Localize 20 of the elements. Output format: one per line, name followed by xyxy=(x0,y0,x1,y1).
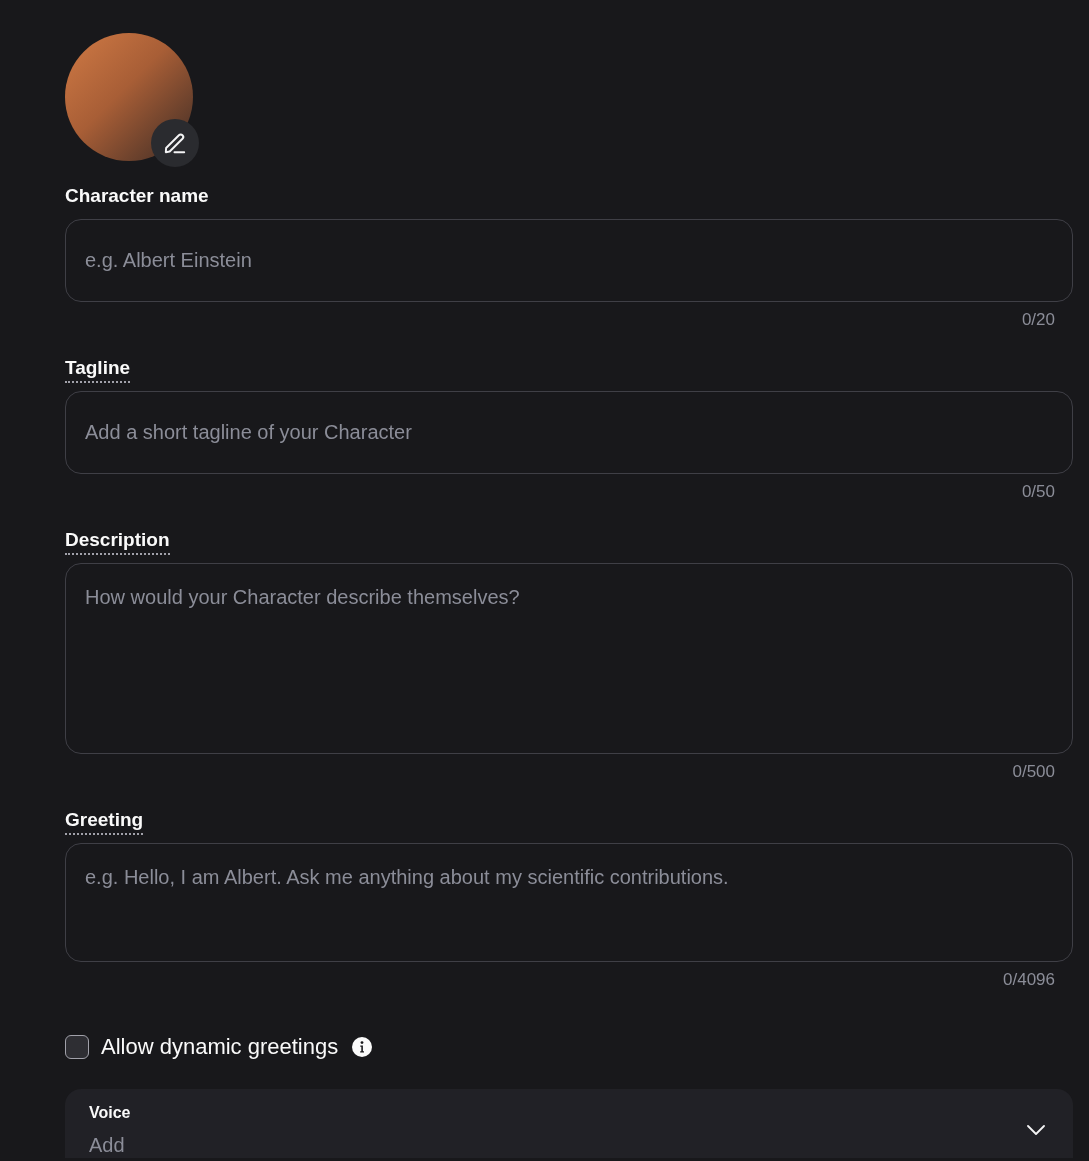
checkbox-label: Allow dynamic greetings xyxy=(101,1033,339,1061)
voice-label: Voice xyxy=(89,1103,131,1123)
checkbox[interactable] xyxy=(65,1035,89,1059)
field-label: Greeting xyxy=(65,808,144,835)
chevron-down-icon xyxy=(1027,1125,1045,1135)
character-counter: 0/500 xyxy=(1012,762,1055,782)
info-icon[interactable] xyxy=(352,1037,373,1057)
voice-dropdown[interactable]: Voice Add xyxy=(65,1089,1073,1158)
voice-placeholder: Add xyxy=(89,1133,125,1157)
field-label: Description xyxy=(65,528,170,555)
text-input-field[interactable]: e.g. Albert Einstein xyxy=(65,219,1073,302)
character-counter: 0/50 xyxy=(1021,482,1055,502)
field-label: Tagline xyxy=(65,356,131,383)
character-counter: 0/4096 xyxy=(1003,970,1055,990)
text-area-field[interactable]: e.g. Hello, I am Albert. Ask me anything about my scientific contributions. xyxy=(65,843,1073,962)
text-input-field[interactable]: Add a short tagline of your Character xyxy=(65,391,1073,474)
field-label: Character name xyxy=(65,184,209,208)
text-area-field[interactable]: How would your Character describe themselves? xyxy=(65,563,1073,754)
character-counter: 0/20 xyxy=(1021,310,1055,330)
edit-avatar-button[interactable] xyxy=(151,119,199,167)
